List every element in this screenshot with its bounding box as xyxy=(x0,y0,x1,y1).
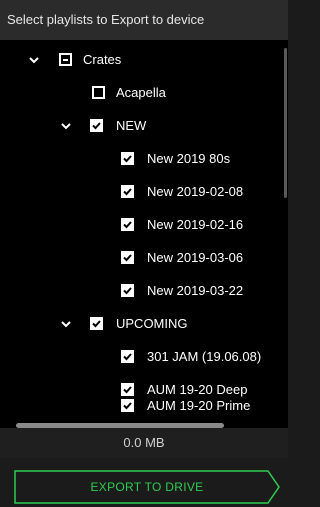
tree-item-label: Acapella xyxy=(116,85,166,100)
tree-item-playlist[interactable]: New 2019-03-06 xyxy=(0,245,288,273)
export-to-drive-button[interactable]: EXPORT TO DRIVE xyxy=(14,470,280,504)
checkbox-checked-icon[interactable] xyxy=(121,218,134,231)
checkbox-checked-icon[interactable] xyxy=(121,185,134,198)
tree-item-label: New 2019-03-06 xyxy=(147,250,244,265)
tree-item-acapella[interactable]: Acapella xyxy=(0,80,288,108)
panel-title: Select playlists to Export to device xyxy=(7,12,205,27)
export-button-label: EXPORT TO DRIVE xyxy=(90,480,204,494)
chevron-down-icon[interactable] xyxy=(60,120,72,132)
checkbox-checked-icon[interactable] xyxy=(121,350,134,363)
tree-item-playlist[interactable]: New 2019 80s xyxy=(0,146,288,174)
checkbox-checked-icon[interactable] xyxy=(90,119,103,132)
tree-item-label: 301 JAM (19.06.08) xyxy=(147,349,262,364)
checkbox-checked-icon[interactable] xyxy=(121,251,134,264)
checkbox-checked-icon[interactable] xyxy=(90,317,103,330)
tree-item-label: NEW xyxy=(116,118,147,133)
tree-item-label: UPCOMING xyxy=(116,316,188,331)
checkbox-partial-icon[interactable] xyxy=(59,53,72,66)
tree-item-crates[interactable]: Crates xyxy=(0,47,288,75)
tree-item-label: AUM 19-20 Prime xyxy=(147,398,251,413)
checkbox-checked-icon[interactable] xyxy=(121,152,134,165)
tree-item-label: New 2019-03-22 xyxy=(147,283,244,298)
tree-item-playlist[interactable]: New 2019-03-22 xyxy=(0,278,288,306)
tree-item-label: Crates xyxy=(83,52,122,67)
tree-item-label: New 2019-02-08 xyxy=(147,184,244,199)
export-size-label: 0.0 MB xyxy=(123,435,165,450)
playlist-tree[interactable]: Crates Acapella NEW New 2019 80s New 201… xyxy=(0,40,288,428)
tree-item-playlist[interactable]: New 2019-02-16 xyxy=(0,212,288,240)
checkbox-empty-icon[interactable] xyxy=(92,86,105,99)
tree-item-playlist[interactable]: AUM 19-20 Prime xyxy=(0,393,288,421)
tree-item-label: New 2019 80s xyxy=(147,151,231,166)
panel-header: Select playlists to Export to device xyxy=(0,0,288,40)
tree-item-label: New 2019-02-16 xyxy=(147,217,244,232)
tree-item-playlist[interactable]: 301 JAM (19.06.08) xyxy=(0,344,288,372)
tree-item-playlist[interactable]: New 2019-02-08 xyxy=(0,179,288,207)
checkbox-checked-icon[interactable] xyxy=(121,399,134,412)
chevron-down-icon[interactable] xyxy=(28,54,40,66)
vertical-scrollbar[interactable] xyxy=(284,48,287,198)
checkbox-checked-icon[interactable] xyxy=(121,284,134,297)
export-size: 0.0 MB xyxy=(0,428,288,458)
tree-item-upcoming[interactable]: UPCOMING xyxy=(0,311,288,339)
chevron-down-icon[interactable] xyxy=(60,318,72,330)
tree-item-new[interactable]: NEW xyxy=(0,113,288,141)
